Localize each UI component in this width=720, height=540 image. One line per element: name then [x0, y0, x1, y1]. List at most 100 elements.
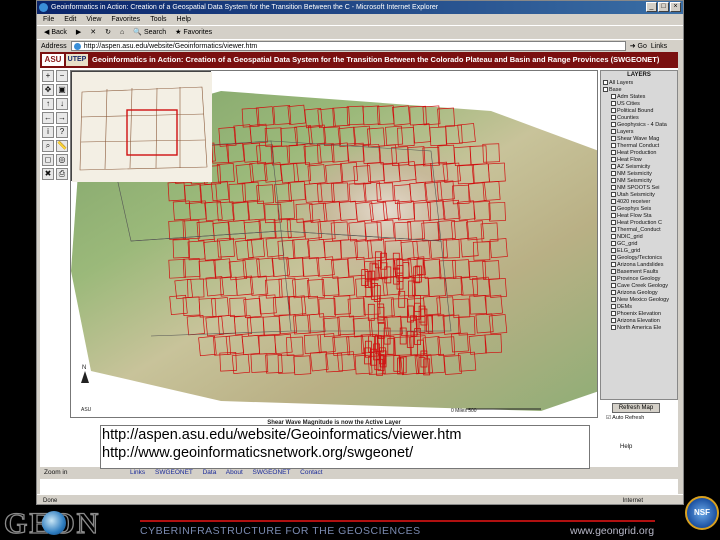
layer-item[interactable]: GC_grid: [601, 241, 677, 248]
address-input[interactable]: http://aspen.asu.edu/website/Geoinformat…: [70, 41, 626, 51]
home-icon[interactable]: ⌂: [117, 27, 127, 38]
map-view[interactable]: ASU 0 Miles 500 N: [70, 70, 598, 418]
layer-item[interactable]: Province Geology: [601, 276, 677, 283]
layer-item[interactable]: Geology/Tectonics: [601, 255, 677, 262]
layer-item[interactable]: Adm States: [601, 94, 677, 101]
layer-checkbox[interactable]: [611, 276, 616, 282]
print-icon[interactable]: ⎙: [56, 168, 68, 180]
layer-checkbox[interactable]: [611, 297, 616, 303]
layer-checkbox[interactable]: [611, 304, 616, 310]
layer-checkbox[interactable]: [611, 143, 616, 149]
favorites-button[interactable]: ★ Favorites: [172, 27, 215, 38]
identify-icon[interactable]: i: [42, 126, 54, 138]
zoom-in-icon[interactable]: +: [42, 70, 54, 82]
full-extent-icon[interactable]: ▣: [56, 84, 68, 96]
pan-down-icon[interactable]: ↓: [56, 98, 68, 110]
layer-checkbox[interactable]: [611, 248, 616, 254]
refresh-map-button[interactable]: Refresh Map: [612, 403, 660, 413]
layer-checkbox[interactable]: [611, 108, 616, 114]
layer-item[interactable]: NDIC_grid: [601, 234, 677, 241]
layer-item[interactable]: Arizona Elevation: [601, 318, 677, 325]
layer-item[interactable]: ELG_grid: [601, 248, 677, 255]
stop-icon[interactable]: ✕: [87, 27, 99, 38]
measure-icon[interactable]: 📏: [56, 140, 68, 152]
layer-checkbox[interactable]: [611, 122, 616, 128]
layer-checkbox[interactable]: [611, 234, 616, 240]
layer-checkbox[interactable]: [611, 325, 616, 331]
menu-edit[interactable]: Edit: [64, 14, 76, 25]
layer-checkbox[interactable]: [611, 164, 616, 170]
url-swgeonet[interactable]: http://www.geoinformaticsnetwork.org/swg…: [101, 444, 589, 462]
layer-item[interactable]: Counties: [601, 115, 677, 122]
layer-checkbox[interactable]: [611, 227, 616, 233]
links-button[interactable]: Links: [651, 43, 667, 50]
menu-favorites[interactable]: Favorites: [111, 14, 140, 25]
select-icon[interactable]: ◻: [42, 154, 54, 166]
layer-checkbox[interactable]: [611, 192, 616, 198]
layer-item[interactable]: Geophys Seis: [601, 206, 677, 213]
layer-item[interactable]: Arizona Landslides: [601, 262, 677, 269]
layer-item[interactable]: US Cities: [601, 101, 677, 108]
find-icon[interactable]: ⌕: [42, 140, 54, 152]
layer-checkbox[interactable]: [611, 206, 616, 212]
layer-checkbox[interactable]: [611, 129, 616, 135]
buffer-icon[interactable]: ◎: [56, 154, 68, 166]
layer-item[interactable]: Geophysics - 4 Data: [601, 122, 677, 129]
layer-checkbox[interactable]: [611, 136, 616, 142]
layer-checkbox[interactable]: [611, 150, 616, 156]
menu-view[interactable]: View: [86, 14, 101, 25]
pan-icon[interactable]: ✥: [42, 84, 54, 96]
forward-button[interactable]: ▶: [73, 27, 84, 38]
layer-checkbox[interactable]: [611, 262, 616, 268]
layer-checkbox[interactable]: [611, 311, 616, 317]
layer-item[interactable]: New Mexico Geology: [601, 297, 677, 304]
layer-checkbox[interactable]: [611, 255, 616, 261]
layer-item[interactable]: Base: [601, 87, 677, 94]
layer-item[interactable]: Arizona Geology: [601, 290, 677, 297]
search-button[interactable]: 🔍 Search: [130, 27, 169, 38]
footer-website[interactable]: www.geongrid.org: [570, 525, 654, 537]
layer-checkbox[interactable]: [611, 178, 616, 184]
auto-refresh-toggle[interactable]: ☑ Auto Refresh: [606, 415, 644, 421]
layer-item[interactable]: Layers: [601, 129, 677, 136]
layer-item[interactable]: Heat Production: [601, 150, 677, 157]
layer-item[interactable]: Shear Wave Mag: [601, 136, 677, 143]
layer-checkbox[interactable]: [611, 171, 616, 177]
maximize-button[interactable]: □: [658, 2, 669, 12]
pan-left-icon[interactable]: ←: [42, 112, 54, 124]
menu-tools[interactable]: Tools: [150, 14, 166, 25]
layer-item[interactable]: DEMs: [601, 304, 677, 311]
layer-checkbox[interactable]: [611, 185, 616, 191]
layer-checkbox[interactable]: [611, 115, 616, 121]
zoom-out-icon[interactable]: −: [56, 70, 68, 82]
minimize-button[interactable]: _: [646, 2, 657, 12]
close-button[interactable]: ×: [670, 2, 681, 12]
layer-item[interactable]: NM Seismicity: [601, 178, 677, 185]
layer-item[interactable]: NM Seismicity: [601, 171, 677, 178]
layer-item[interactable]: 4020 receiver: [601, 199, 677, 206]
layer-item[interactable]: Heat Production C: [601, 220, 677, 227]
layer-item[interactable]: Thermal_Conduct: [601, 227, 677, 234]
layer-checkbox[interactable]: [611, 220, 616, 226]
layer-checkbox[interactable]: [603, 87, 608, 93]
refresh-icon[interactable]: ↻: [102, 27, 114, 38]
layer-checkbox[interactable]: [611, 213, 616, 219]
layer-item[interactable]: All Layers: [601, 80, 677, 87]
layer-item[interactable]: Heat Flow: [601, 157, 677, 164]
layer-item[interactable]: Thermal Conduct: [601, 143, 677, 150]
pan-right-icon[interactable]: →: [56, 112, 68, 124]
layer-checkbox[interactable]: [611, 241, 616, 247]
url-aspen[interactable]: http://aspen.asu.edu/website/Geoinformat…: [101, 426, 589, 444]
layer-item[interactable]: AZ Seismicity: [601, 164, 677, 171]
layer-item[interactable]: NM SPOOTS Sei: [601, 185, 677, 192]
back-button[interactable]: ◀ Back: [41, 27, 70, 38]
layer-checkbox[interactable]: [611, 94, 616, 100]
layer-checkbox[interactable]: [611, 101, 616, 107]
layer-item[interactable]: Utah Seismicity: [601, 192, 677, 199]
menu-help[interactable]: Help: [177, 14, 191, 25]
layer-item[interactable]: North America Ele: [601, 325, 677, 332]
layer-item[interactable]: Cave Creek Geology: [601, 283, 677, 290]
layer-checkbox[interactable]: [603, 80, 608, 86]
layer-item[interactable]: Political Bound: [601, 108, 677, 115]
menu-file[interactable]: File: [43, 14, 54, 25]
